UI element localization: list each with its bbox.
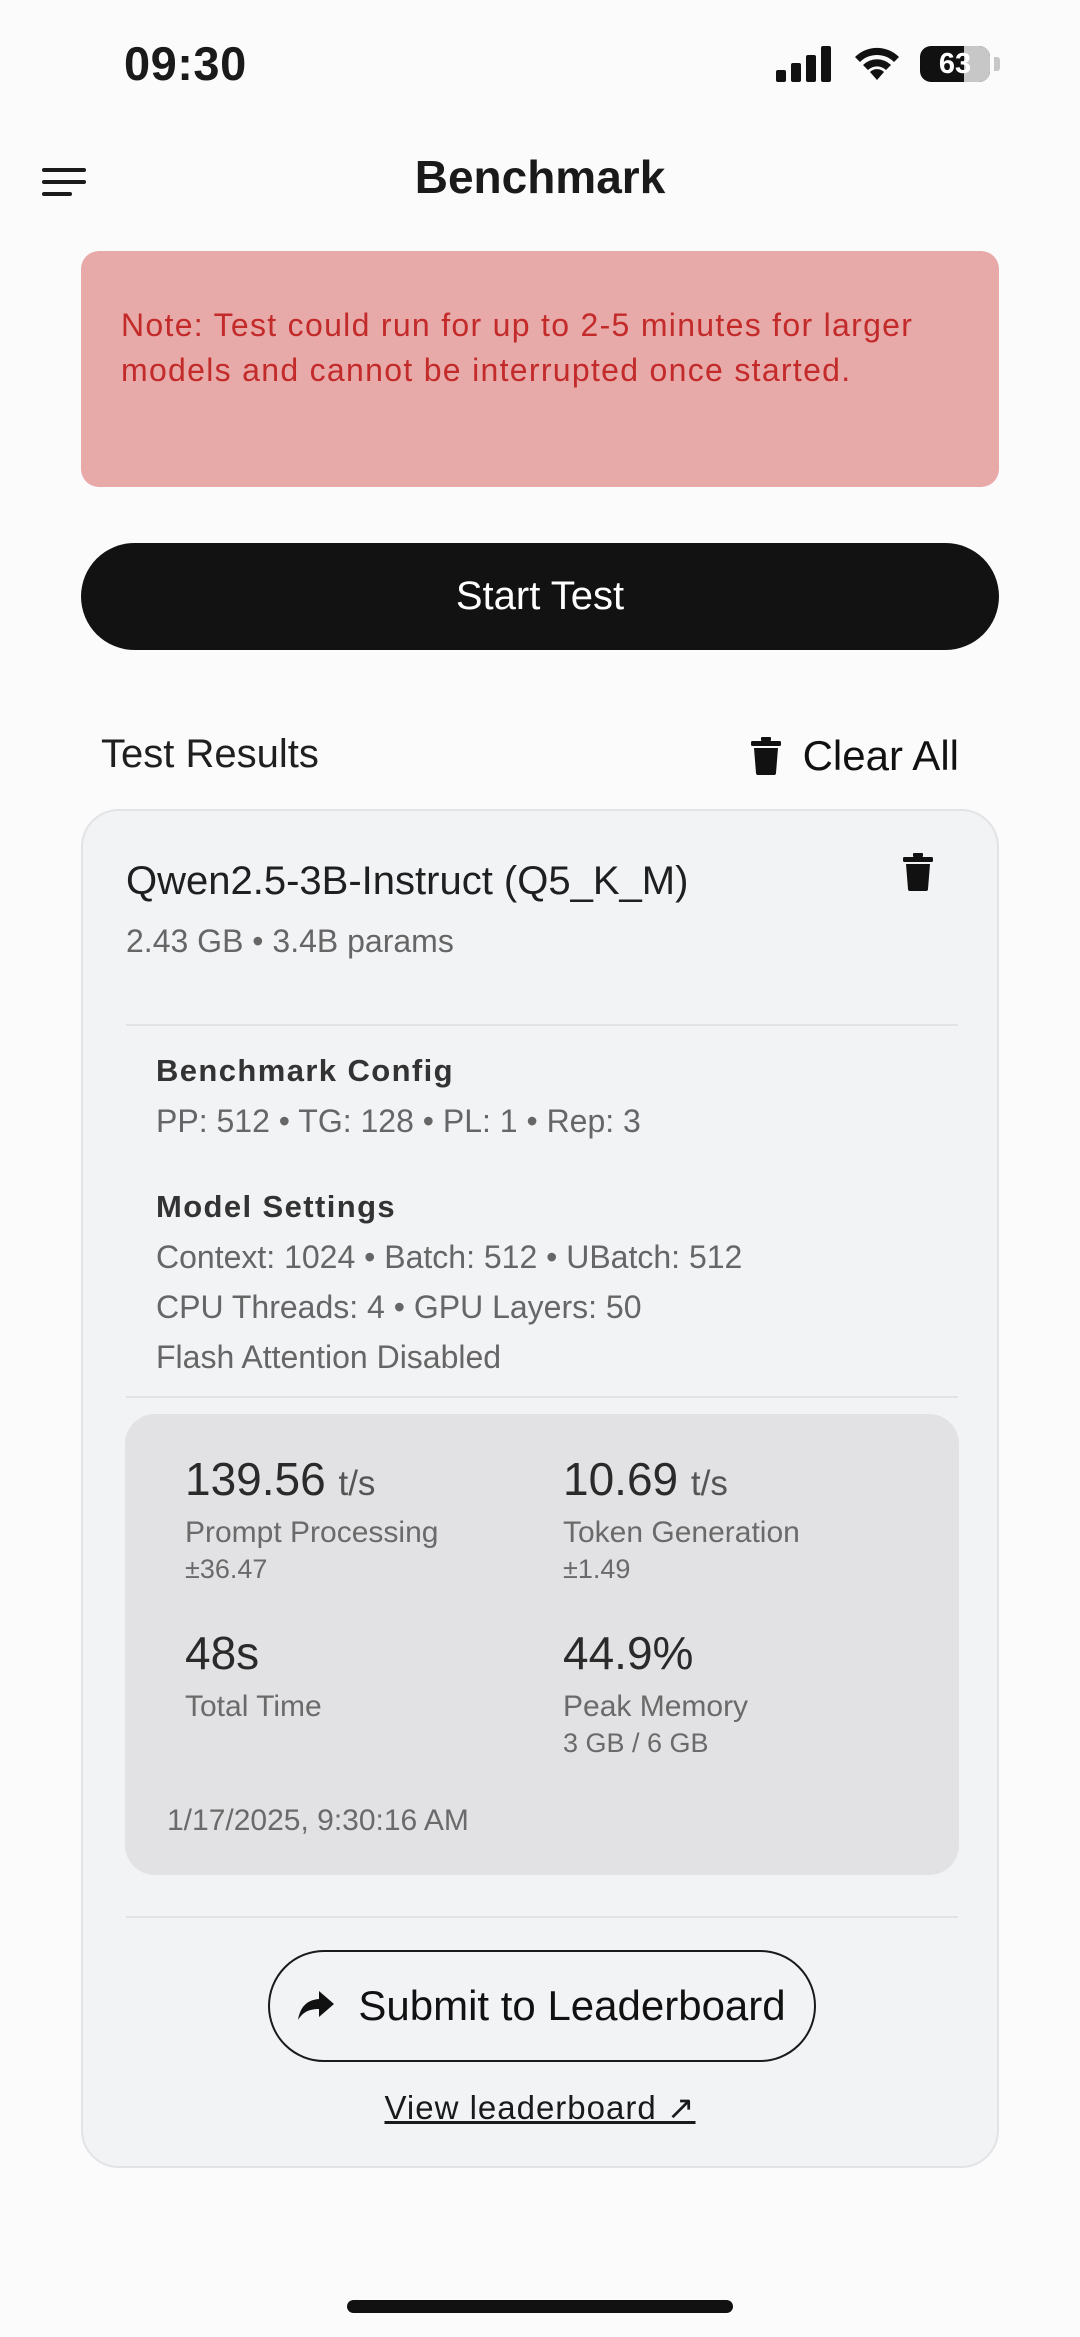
test-results-heading: Test Results xyxy=(101,732,319,776)
divider xyxy=(126,1396,958,1398)
token-generation-value: 10.69 t/s xyxy=(563,1452,728,1506)
clear-all-label: Clear All xyxy=(802,732,959,779)
battery-icon: 63 xyxy=(920,46,990,82)
battery-level: 63 xyxy=(938,47,972,80)
app-header: Benchmark xyxy=(0,130,1080,240)
model-settings-line: Context: 1024 • Batch: 512 • UBatch: 512 xyxy=(156,1239,743,1275)
metrics-panel: 139.56 t/s Prompt Processing ±36.47 10.6… xyxy=(125,1414,959,1875)
view-leaderboard-link[interactable]: View leaderboard ↗ xyxy=(83,2088,997,2127)
result-card: Qwen2.5-3B-Instruct (Q5_K_M) 2.43 GB • 3… xyxy=(81,809,999,2168)
clear-all-button[interactable]: Clear All xyxy=(750,732,959,780)
benchmark-config-title: Benchmark Config xyxy=(156,1053,454,1088)
submit-label: Submit to Leaderboard xyxy=(358,1982,786,2029)
tg-number: 10.69 xyxy=(563,1453,679,1505)
model-meta: 2.43 GB • 3.4B params xyxy=(126,923,454,959)
peak-memory-label: Peak Memory xyxy=(563,1690,749,1723)
total-time-value: 48s xyxy=(185,1627,260,1679)
model-settings-line: CPU Threads: 4 • GPU Layers: 50 xyxy=(156,1289,642,1325)
token-generation-label: Token Generation xyxy=(563,1516,800,1549)
status-time: 09:30 xyxy=(124,37,247,90)
divider xyxy=(126,1916,958,1918)
pp-number: 139.56 xyxy=(185,1453,326,1505)
total-time-label: Total Time xyxy=(185,1690,322,1723)
page-title: Benchmark xyxy=(414,151,666,203)
trash-icon xyxy=(903,853,933,891)
pp-unit: t/s xyxy=(338,1464,376,1503)
warning-note: Note: Test could run for up to 2-5 minut… xyxy=(81,251,999,487)
wifi-icon xyxy=(855,47,899,80)
cellular-signal-icon xyxy=(776,46,831,82)
token-generation-stddev: ±1.49 xyxy=(563,1554,631,1584)
prompt-processing-value: 139.56 t/s xyxy=(185,1452,375,1506)
peak-memory-detail: 3 GB / 6 GB xyxy=(563,1728,709,1758)
model-settings-line: Flash Attention Disabled xyxy=(156,1339,502,1375)
start-test-button[interactable]: Start Test xyxy=(81,543,999,650)
model-settings-title: Model Settings xyxy=(156,1189,397,1224)
share-arrow-icon xyxy=(298,1991,335,2020)
divider xyxy=(126,1024,958,1026)
result-timestamp: 1/17/2025, 9:30:16 AM xyxy=(167,1804,469,1837)
submit-to-leaderboard-button[interactable]: Submit to Leaderboard xyxy=(268,1950,816,2062)
delete-result-button[interactable] xyxy=(903,853,933,896)
status-icons: 63 xyxy=(776,44,1000,84)
home-indicator xyxy=(347,2300,733,2313)
peak-memory-value: 44.9% xyxy=(563,1627,694,1679)
prompt-processing-label: Prompt Processing xyxy=(185,1516,439,1549)
trash-icon xyxy=(750,737,781,775)
status-bar: 09:30 63 xyxy=(0,0,1080,130)
prompt-processing-stddev: ±36.47 xyxy=(185,1554,268,1584)
model-name: Qwen2.5-3B-Instruct (Q5_K_M) xyxy=(126,859,689,903)
battery-tip xyxy=(994,57,1000,71)
tg-unit: t/s xyxy=(690,1464,728,1503)
benchmark-config-line: PP: 512 • TG: 128 • PL: 1 • Rep: 3 xyxy=(156,1103,641,1139)
